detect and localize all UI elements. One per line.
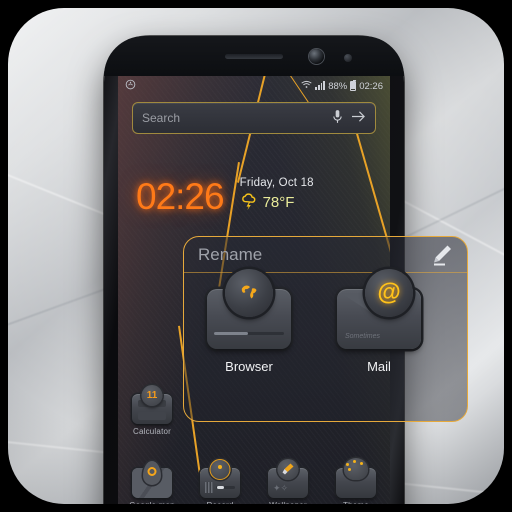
folder-header: Rename: [184, 237, 467, 273]
signal-bars-icon: [315, 81, 326, 90]
browser-tile: [207, 269, 291, 349]
screenshot-stage: 88% 02:26 Search 02:26 Friday, Oct 18 78…: [0, 0, 512, 512]
clock-weather-widget[interactable]: 02:26 Friday, Oct 18 78°F: [136, 174, 376, 228]
app-google-map[interactable]: Google map: [118, 461, 186, 504]
phone-top-bezel: [104, 36, 404, 76]
folder-app-label: Mail: [367, 359, 391, 374]
clock-date: Friday, Oct 18: [239, 177, 314, 189]
clock-time: 02:26: [136, 176, 225, 217]
folder-app-mail[interactable]: Sometimes @ Mail: [314, 269, 444, 374]
thunderstorm-icon: [240, 193, 258, 211]
folder-app-grid: Browser Sometimes @ Mail: [184, 269, 467, 374]
app-theme[interactable]: Theme: [322, 458, 390, 504]
earpiece-speaker: [225, 54, 283, 59]
folder-rename-dialog[interactable]: Rename Browser Sometimes @ Mail: [183, 236, 468, 422]
circle-notification-icon: [125, 79, 136, 93]
home-row-2: Google map Record: [118, 458, 390, 504]
promo-card: 88% 02:26 Search 02:26 Friday, Oct 18 78…: [8, 8, 504, 504]
weather-block: Friday, Oct 18 78°F: [240, 174, 314, 211]
record-dial-icon: [200, 459, 240, 498]
arrow-right-icon[interactable]: [351, 110, 366, 126]
frame-bottom-crop: [0, 504, 512, 512]
mail-tile: Sometimes @: [337, 269, 421, 349]
app-record[interactable]: Record: [186, 459, 254, 504]
battery-percent-label: 88%: [328, 80, 348, 92]
folder-app-browser[interactable]: Browser: [184, 269, 314, 374]
at-sign-envelope-icon: @: [365, 269, 414, 317]
status-bar-time: 02:26: [359, 80, 383, 92]
palette-icon: [336, 458, 376, 498]
at-glyph: @: [377, 279, 401, 306]
folder-name-input[interactable]: Rename: [184, 245, 417, 265]
pencil-edit-icon[interactable]: [417, 242, 467, 268]
calculator-icon: 11: [132, 385, 172, 424]
map-pin-icon: [132, 461, 172, 498]
temperature-label: 78°F: [262, 193, 295, 211]
globe-icon: [225, 269, 273, 317]
app-wallpaper[interactable]: ✦✧ Wallpaper: [254, 459, 322, 504]
wifi-icon: [301, 80, 312, 92]
calculator-badge: 11: [141, 385, 163, 406]
battery-icon: [350, 79, 357, 91]
app-label: Calculator: [132, 427, 171, 436]
status-bar: 88% 02:26: [118, 76, 390, 96]
folder-app-label: Browser: [225, 359, 273, 374]
search-bar[interactable]: Search: [132, 102, 376, 134]
app-calculator[interactable]: 11 Calculator: [118, 385, 186, 436]
search-placeholder[interactable]: Search: [142, 111, 324, 125]
microphone-icon[interactable]: [332, 109, 343, 127]
front-camera: [309, 49, 324, 64]
brush-icon: ✦✧: [268, 459, 308, 498]
proximity-sensor: [344, 54, 352, 62]
